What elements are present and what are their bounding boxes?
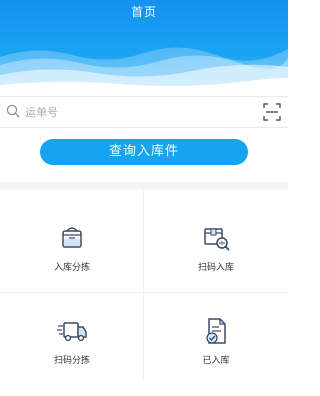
search-input[interactable]: 运单号 [25, 104, 58, 120]
grid-divider-vertical [143, 190, 144, 379]
grid-item-label: 扫码分拣 [53, 356, 90, 366]
grid-item-label: 扫码入库 [197, 263, 234, 273]
header: 首页 [0, 0, 288, 92]
grid-item-label: 入库分拣 [53, 263, 90, 273]
section-divider [0, 182, 288, 190]
basket-icon [62, 227, 82, 248]
function-grid: 入库分拣 扫码入库 扫码分拣 已入库 [0, 190, 288, 379]
grid-item-inbound-sorting[interactable]: 入库分拣 [0, 190, 144, 293]
truck-icon [57, 322, 87, 342]
header-waves [0, 47, 288, 92]
document-check-icon [206, 318, 226, 344]
scan-icon[interactable] [263, 103, 281, 121]
search-icon [6, 104, 20, 118]
grid-divider-horizontal [0, 292, 288, 293]
grid-item-scan-inbound[interactable]: 扫码入库 [144, 190, 288, 293]
query-inbound-button[interactable]: 查询入库件 [40, 139, 248, 165]
scan-box-icon [204, 228, 230, 251]
page-title: 首页 [130, 5, 157, 19]
grid-item-inbound-done[interactable]: 已入库 [144, 293, 288, 396]
search-bar[interactable]: 运单号 [0, 96, 288, 128]
grid-item-scan-sorting[interactable]: 扫码分拣 [0, 293, 144, 396]
grid-item-label: 已入库 [202, 356, 230, 366]
